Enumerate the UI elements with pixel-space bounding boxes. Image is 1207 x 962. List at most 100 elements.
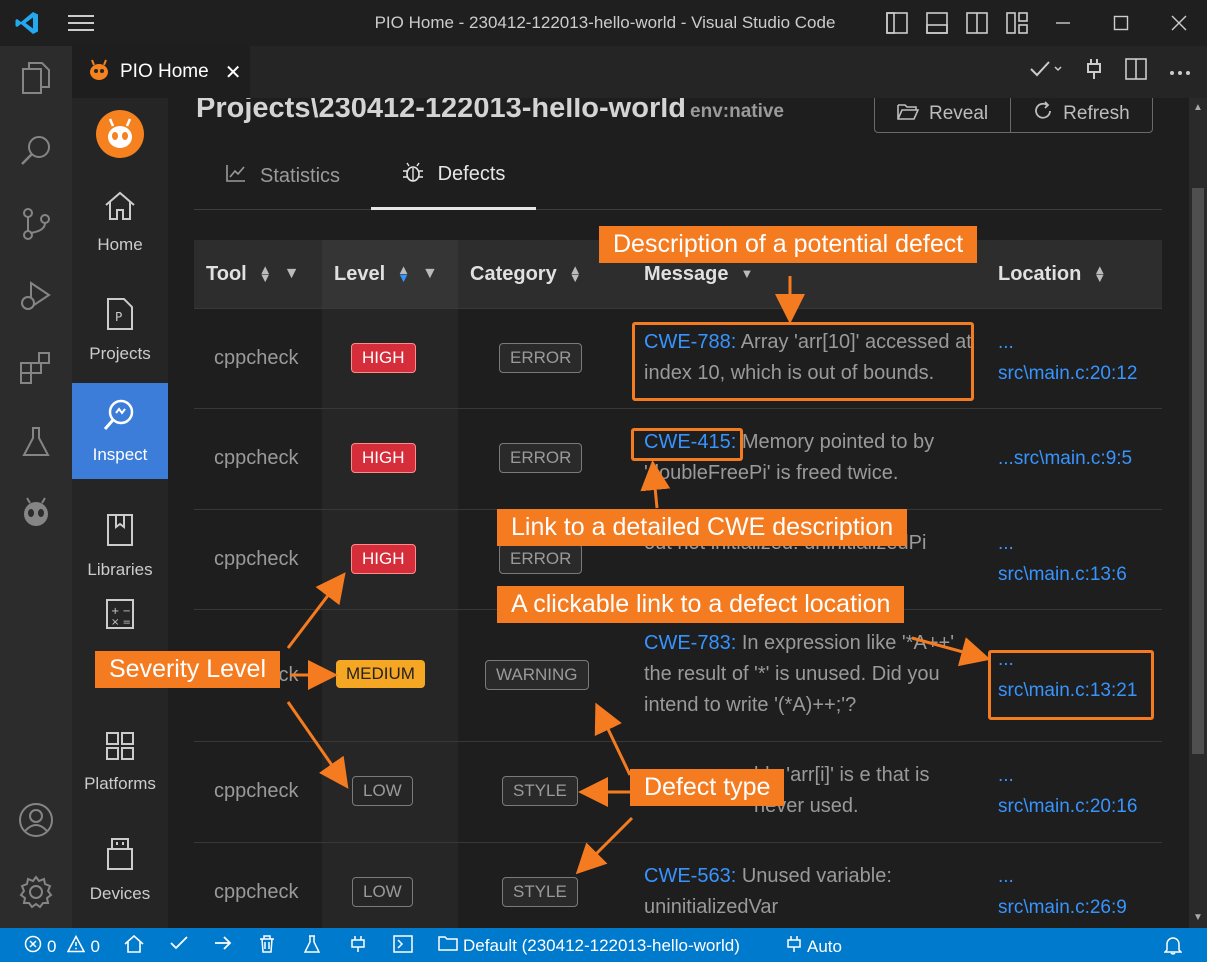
sort-icon[interactable]: ▲ ▼ [397, 263, 410, 284]
usb-device-icon [106, 837, 134, 876]
level-badge: LOW [352, 877, 413, 907]
tool-cell: cppcheck [214, 548, 299, 570]
sidebar-item-label: Devices [89, 883, 151, 903]
menu-icon[interactable] [54, 14, 108, 32]
sidebar-item-inspect[interactable]: Inspect [72, 383, 168, 479]
notifications-bell-icon[interactable] [1164, 935, 1182, 955]
table-row: cppcheck LOW STYLE CWE-563: Unused varia… [194, 842, 1162, 928]
customize-layout-icon[interactable] [1004, 10, 1030, 36]
sidebar-item-projects[interactable]: P Projects [72, 282, 168, 378]
scroll-down-icon[interactable]: ▼ [1193, 912, 1203, 923]
sidebar-item-calculator[interactable]: + − × = [72, 598, 168, 658]
toggle-primary-sidebar-icon[interactable] [884, 10, 910, 36]
column-header-tool[interactable]: Tool ▲ ▼ ▼ [206, 240, 299, 308]
close-window-icon[interactable] [1166, 10, 1192, 36]
location-link[interactable]: ... src\main.c:20:12 [998, 327, 1158, 389]
pio-home-status-icon[interactable] [124, 935, 144, 953]
account-icon[interactable] [18, 802, 54, 838]
cwe-link[interactable]: CWE-563: [644, 865, 736, 887]
sidebar-item-libraries[interactable]: Libraries [72, 498, 168, 594]
scroll-up-icon[interactable]: ▲ [1193, 102, 1203, 113]
minimize-icon[interactable] [1050, 10, 1076, 36]
page-title: Projects\230412-122013-hello-world env:na… [196, 98, 784, 125]
svg-text:P: P [115, 310, 122, 324]
book-icon [106, 513, 134, 552]
tab-pio-home[interactable]: PIO Home ✕ [72, 46, 250, 98]
terminal-icon[interactable] [393, 935, 413, 953]
level-badge: HIGH [351, 343, 416, 373]
maximize-icon[interactable] [1108, 10, 1134, 36]
sort-icon[interactable]: ▲ ▼ [569, 263, 582, 284]
project-env-switcher[interactable]: Default (230412-122013-hello-world) [438, 935, 740, 956]
category-badge: ERROR [499, 343, 583, 373]
toggle-secondary-sidebar-icon[interactable] [964, 10, 990, 36]
plug-icon[interactable] [1085, 58, 1103, 85]
cwe-link-highlight-box [631, 428, 743, 461]
port-switcher[interactable]: Auto [786, 935, 842, 958]
sidebar-item-label: Home [97, 234, 143, 254]
sidebar-item-label: Platforms [84, 773, 156, 793]
tab-statistics[interactable]: Statistics [226, 142, 340, 210]
testing-flask-icon[interactable] [18, 424, 54, 460]
filter-icon[interactable]: ▼ [422, 265, 438, 283]
scroll-thumb[interactable] [1192, 188, 1204, 754]
source-control-icon[interactable] [18, 206, 54, 242]
callout-cwe-link: Link to a detailed CWE description [497, 509, 908, 546]
platformio-tab-icon [88, 59, 110, 86]
svg-text:× =: × = [111, 617, 131, 628]
sort-icon[interactable]: ▲ ▼ [1093, 263, 1106, 284]
vscode-logo-icon [0, 10, 54, 36]
column-header-level[interactable]: Level ▲ ▼ ▼ [322, 240, 458, 308]
clean-trash-icon[interactable] [259, 935, 275, 953]
column-header-category[interactable]: Category ▲ ▼ [470, 240, 582, 308]
cwe-link[interactable]: CWE-783: [644, 632, 736, 654]
sidebar-item-home[interactable]: Home [72, 174, 168, 270]
problems-indicator[interactable]: 0 0 [24, 934, 100, 958]
reveal-label: Reveal [929, 102, 989, 124]
sort-icon[interactable]: ▲ ▼ [259, 263, 272, 284]
location-link[interactable]: ...src\main.c:9:5 [998, 443, 1158, 474]
reveal-button[interactable]: Reveal [875, 98, 1010, 132]
toggle-panel-icon[interactable] [924, 10, 950, 36]
tab-defects[interactable]: Defects [371, 142, 536, 210]
sidebar-item-platforms[interactable]: Platforms [72, 714, 168, 810]
close-tab-icon[interactable]: ✕ [225, 60, 242, 85]
error-icon [24, 935, 42, 958]
callout-defect-type: Defect type [630, 769, 785, 806]
test-flask-icon[interactable] [304, 935, 320, 953]
serial-plug-icon[interactable] [350, 935, 366, 953]
search-icon[interactable] [18, 132, 54, 168]
folder-icon [438, 935, 458, 956]
extensions-icon[interactable] [18, 350, 54, 386]
level-badge: HIGH [351, 443, 416, 473]
vertical-scrollbar[interactable]: ▲ ▼ [1189, 98, 1207, 928]
sort-icon[interactable]: ▼ [741, 267, 754, 280]
message-cell: CWE-783: In expression like '*A++' the r… [644, 632, 955, 716]
location-link[interactable]: ... src\main.c:20:16 [998, 760, 1158, 822]
location-link[interactable]: ... src\main.c:26:9 [998, 861, 1158, 923]
location-highlight-box [988, 650, 1154, 720]
port-value: Auto [807, 936, 842, 956]
tool-cell: cppcheck [214, 347, 299, 369]
sidebar-item-label: Inspect [92, 444, 148, 464]
split-editor-icon[interactable] [1125, 58, 1147, 85]
filter-icon[interactable]: ▼ [284, 265, 300, 283]
build-check-icon[interactable] [170, 935, 188, 951]
header-button-group: Reveal Refresh [874, 98, 1153, 133]
checkmark-icon[interactable] [1029, 59, 1063, 84]
run-debug-icon[interactable] [18, 278, 54, 314]
column-header-location[interactable]: Location ▲ ▼ [998, 240, 1106, 308]
callout-location-link: A clickable link to a defect location [497, 586, 905, 623]
callout-description: Description of a potential defect [599, 226, 978, 263]
more-actions-icon[interactable] [1169, 63, 1191, 81]
refresh-button[interactable]: Refresh [1010, 98, 1152, 132]
explorer-icon[interactable] [18, 60, 54, 96]
upload-arrow-icon[interactable] [214, 935, 232, 951]
platformio-alien-icon[interactable] [18, 494, 54, 530]
location-link[interactable]: ... src\main.c:13:6 [998, 528, 1158, 590]
sidebar-item-devices[interactable]: Devices [72, 822, 168, 918]
line-chart-icon [226, 164, 246, 188]
folder-open-icon [897, 102, 920, 126]
warning-icon [67, 934, 86, 958]
settings-gear-icon[interactable] [18, 874, 54, 910]
